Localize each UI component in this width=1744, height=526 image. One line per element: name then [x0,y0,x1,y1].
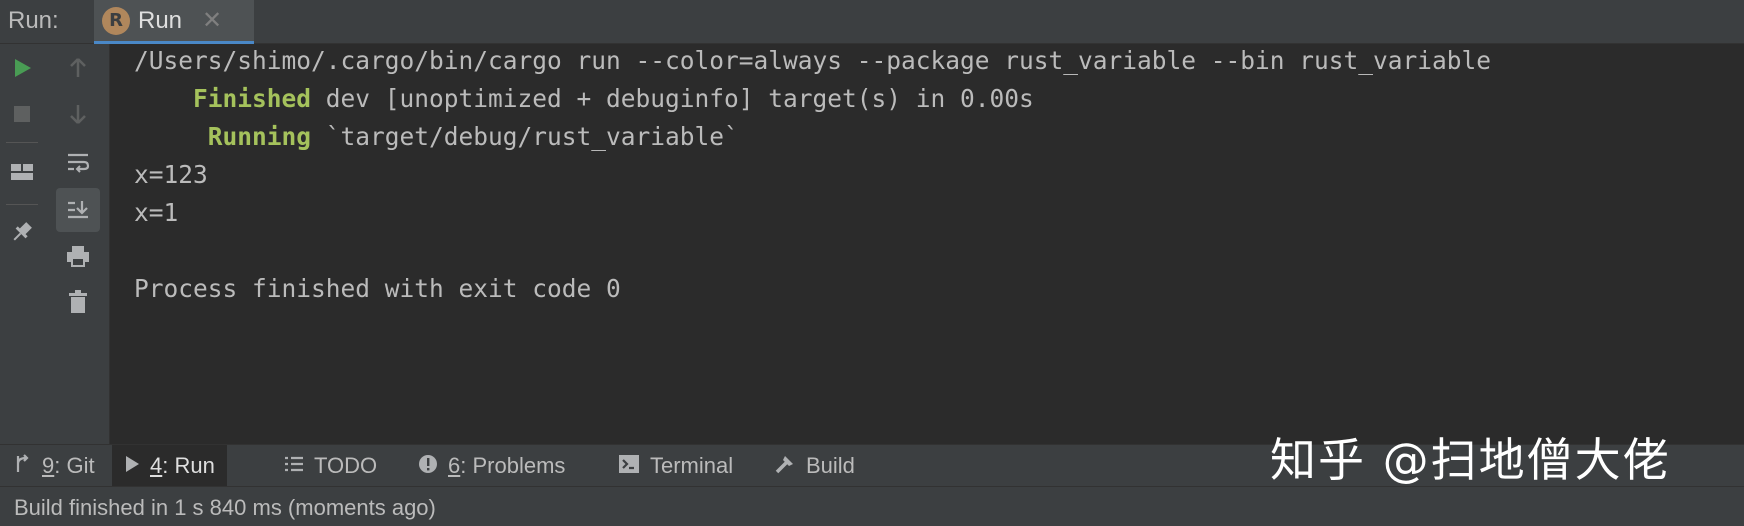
tab-mnemonic: 9 [42,453,55,478]
layout-icon[interactable] [0,150,44,194]
scroll-to-end-icon[interactable] [56,188,100,232]
run-label: Run: [8,7,59,34]
tab-text: Build [806,453,855,478]
close-icon[interactable]: ✕ [202,6,222,35]
tab-text: : Run [162,453,215,478]
trash-icon[interactable] [56,280,100,324]
run-config-tab[interactable]: R Run ✕ [94,0,254,44]
print-icon[interactable] [56,234,100,278]
console-line: /Users/shimo/.cargo/bin/cargo run --colo… [134,46,1492,75]
status-bar: Build finished in 1 s 840 ms (moments ag… [0,486,1744,526]
tab-git[interactable]: 9: Git [2,445,107,487]
down-arrow-icon[interactable] [56,92,100,136]
console-line: x=1 [134,198,179,227]
console-line: Running `target/debug/rust_variable` [134,122,739,151]
tab-problems[interactable]: 6: Problems [406,445,577,487]
up-arrow-icon[interactable] [56,46,100,90]
separator [6,142,38,143]
soft-wrap-icon[interactable] [56,140,100,184]
console-line: Finished dev [unoptimized + debuginfo] t… [134,84,1034,113]
tab-run[interactable]: 4: Run [112,445,227,487]
tab-label: 4: Run [150,453,215,479]
git-icon [14,453,32,479]
tab-label: Run [138,7,183,34]
console-line: x=123 [134,160,208,189]
console-text: `target/debug/rust_variable` [311,122,739,151]
tab-text: Terminal [650,453,734,478]
console-text: dev [unoptimized + debuginfo] target(s) … [311,84,1034,113]
pin-icon[interactable] [0,210,44,254]
todo-icon [284,454,304,478]
problems-icon [418,454,438,479]
run-actions-toolbar [0,44,44,444]
tab-label: 9: Git [42,453,95,479]
tab-text: TODO [314,453,378,478]
tab-mnemonic: 4 [150,453,163,478]
play-icon[interactable] [0,46,44,90]
rust-icon: R [102,7,130,35]
run-icon [124,454,140,478]
build-icon [774,453,796,480]
tab-text: : Problems [460,453,566,478]
watermark: 知乎 @扫地僧大佬 [1270,433,1671,487]
tab-mnemonic: 6 [448,453,461,478]
build-status[interactable]: Build finished in 1 s 840 ms (moments ag… [14,495,436,521]
terminal-icon [618,454,640,479]
console-line: Process finished with exit code 0 [134,274,621,303]
console-output[interactable]: /Users/shimo/.cargo/bin/cargo run --colo… [110,44,1744,444]
tab-label: 6: Problems [448,453,565,479]
separator [6,204,38,205]
console-actions-toolbar [44,44,110,444]
finished-keyword: Finished [193,84,312,113]
tab-build[interactable]: Build [762,445,867,487]
tab-terminal[interactable]: Terminal [606,445,745,487]
run-toolwindow-header: Run: R Run ✕ [0,0,1744,44]
tab-todo[interactable]: TODO [272,445,389,487]
stop-icon[interactable] [0,92,44,136]
running-keyword: Running [207,122,312,151]
tab-text: : Git [54,453,95,478]
